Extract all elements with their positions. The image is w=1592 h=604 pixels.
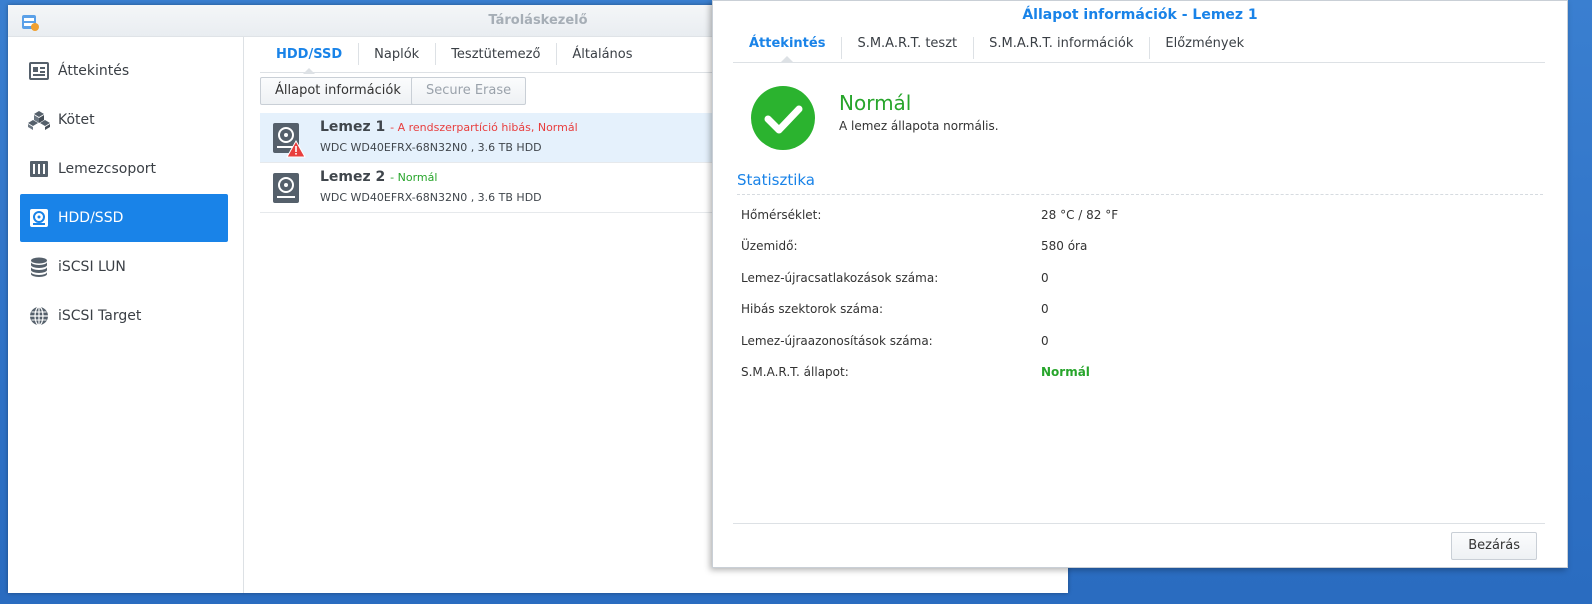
- stat-label: Lemez-újracsatlakozások száma:: [741, 271, 939, 285]
- database-icon: [28, 256, 50, 278]
- sidebar-item-label: iSCSI Target: [58, 308, 142, 324]
- sidebar: Áttekintés Kötet Lemezcsoport HDD/SSD iS…: [8, 37, 244, 593]
- smart-status-value: Normál: [1041, 365, 1090, 379]
- sidebar-item-label: HDD/SSD: [58, 210, 124, 226]
- disk-model: WDC WD40EFRX-68N32N0 , 3.6 TB HDD: [320, 141, 542, 154]
- volume-icon: [28, 109, 50, 131]
- sidebar-item-volume[interactable]: Kötet: [20, 96, 228, 144]
- stat-row: Üzemidő: 580 óra: [741, 239, 1543, 259]
- section-title-statistics: Statisztika: [737, 171, 1543, 195]
- close-button[interactable]: Bezárás: [1451, 532, 1537, 560]
- disk-name: Lemez 2 - Normál: [320, 169, 438, 185]
- stat-row: Hőmérséklet: 28 °C / 82 °F: [741, 208, 1543, 228]
- tab-general[interactable]: Általános: [556, 37, 648, 73]
- tab-hdd-ssd[interactable]: HDD/SSD: [260, 37, 358, 74]
- tab-history[interactable]: Előzmények: [1149, 31, 1260, 61]
- tab-smart-info[interactable]: S.M.A.R.T. információk: [973, 31, 1149, 61]
- stat-value: 0: [1041, 334, 1049, 348]
- stat-row: Lemez-újraazonosítások száma: 0: [741, 334, 1543, 354]
- status-description: A lemez állapota normális.: [839, 119, 999, 133]
- hdd-icon: [28, 207, 50, 229]
- stat-label: Üzemidő:: [741, 239, 798, 253]
- disk-group-icon: [28, 158, 50, 180]
- sidebar-item-disk-group[interactable]: Lemezcsoport: [20, 145, 228, 193]
- stat-label: Hibás szektorok száma:: [741, 302, 884, 316]
- tab-overview[interactable]: Áttekintés: [733, 31, 841, 62]
- sidebar-item-hdd-ssd[interactable]: HDD/SSD: [20, 194, 228, 242]
- status-title: Normál: [839, 91, 912, 115]
- sidebar-item-label: Kötet: [58, 112, 95, 128]
- status-info-button[interactable]: Állapot információk: [260, 77, 416, 105]
- disk-status-error: - A rendszerpartíció hibás, Normál: [390, 121, 578, 134]
- hdd-warning-icon: [272, 122, 306, 158]
- sidebar-item-label: Lemezcsoport: [58, 161, 157, 177]
- disk-model: WDC WD40EFRX-68N32N0 , 3.6 TB HDD: [320, 191, 542, 204]
- stat-value: 580 óra: [1041, 239, 1088, 253]
- dialog-tabs: Áttekintés S.M.A.R.T. teszt S.M.A.R.T. i…: [733, 31, 1545, 63]
- stat-row: Lemez-újracsatlakozások száma: 0: [741, 271, 1543, 291]
- hdd-icon: [272, 172, 302, 206]
- dialog-title: Állapot információk - Lemez 1: [1022, 7, 1258, 23]
- stat-value: 28 °C / 82 °F: [1041, 208, 1119, 222]
- sidebar-item-iscsi-lun[interactable]: iSCSI LUN: [20, 243, 228, 291]
- checkmark-icon: [751, 86, 815, 150]
- tab-test-scheduler[interactable]: Tesztütemező: [435, 37, 556, 73]
- disk-name: Lemez 1 - A rendszerpartíció hibás, Norm…: [320, 119, 578, 135]
- stat-value: 0: [1041, 302, 1049, 316]
- status-info-dialog: Állapot információk - Lemez 1 Áttekintés…: [712, 0, 1568, 568]
- sidebar-item-iscsi-target[interactable]: iSCSI Target: [20, 292, 228, 340]
- tab-smart-test[interactable]: S.M.A.R.T. teszt: [841, 31, 973, 61]
- stat-label: Lemez-újraazonosítások száma:: [741, 334, 933, 348]
- tab-logs[interactable]: Naplók: [358, 37, 435, 73]
- stat-label: Hőmérséklet:: [741, 208, 822, 222]
- sidebar-item-label: iSCSI LUN: [58, 259, 126, 275]
- stat-label: S.M.A.R.T. állapot:: [741, 365, 849, 379]
- overview-icon: [28, 60, 50, 82]
- sidebar-item-overview[interactable]: Áttekintés: [20, 47, 228, 95]
- stat-row: S.M.A.R.T. állapot: Normál: [741, 365, 1543, 385]
- stat-value: 0: [1041, 271, 1049, 285]
- disk-status-ok: - Normál: [390, 171, 438, 184]
- secure-erase-button[interactable]: Secure Erase: [411, 77, 527, 105]
- stat-row: Hibás szektorok száma: 0: [741, 302, 1543, 322]
- sidebar-item-label: Áttekintés: [58, 63, 130, 79]
- globe-icon: [28, 305, 50, 327]
- dialog-footer-divider: [733, 523, 1545, 524]
